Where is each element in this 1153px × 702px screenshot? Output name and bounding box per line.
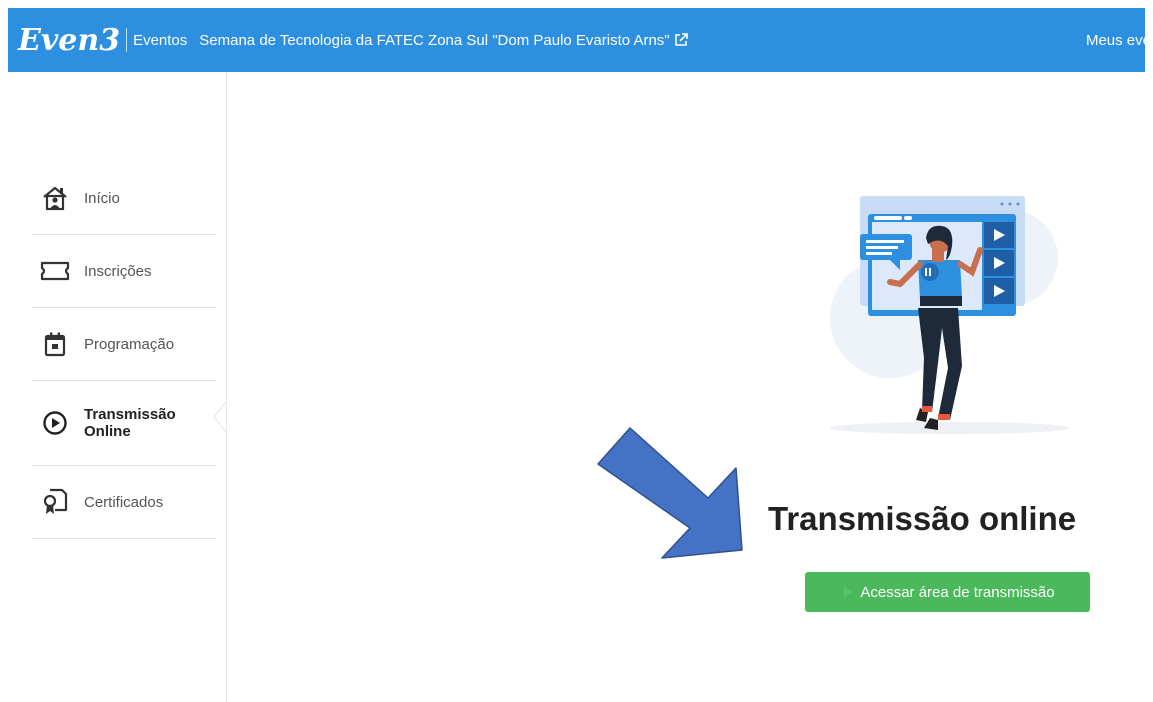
sidebar-item-label: Programação (84, 335, 175, 353)
play-icon (844, 587, 853, 597)
arrow-pointer-icon (597, 427, 743, 559)
sidebar-item-transmissao-online[interactable]: Transmissão Online (32, 381, 216, 466)
sidebar-item-label: Certificados (84, 493, 164, 511)
streaming-illustration (830, 196, 1070, 434)
active-item-indicator (214, 402, 227, 432)
nav-eventos-link[interactable]: Eventos (133, 32, 187, 49)
home-icon (40, 183, 70, 213)
sidebar-item-label: Inscrições (84, 262, 152, 280)
play-circle-icon (40, 408, 70, 438)
certificate-icon (40, 487, 70, 517)
sidebar-item-programacao[interactable]: Programação (32, 308, 216, 381)
sidebar-item-label: Início (84, 189, 120, 207)
sidebar-item-inicio[interactable]: Início (32, 162, 216, 235)
label-line-2: Online (84, 423, 131, 440)
label-line-1: Transmissão (84, 406, 176, 423)
access-stream-button[interactable]: Acessar área de transmissão (805, 572, 1090, 612)
header-bar: Even3 Eventos Semana de Tecnologia da FA… (8, 8, 1145, 72)
sidebar-menu: Início Inscrições Programação Transmissã… (32, 162, 216, 539)
button-label: Acessar área de transmissão (860, 583, 1055, 601)
header-divider (126, 28, 128, 52)
sidebar-item-label: Transmissão Online (84, 406, 176, 440)
external-link-icon (674, 33, 688, 46)
calendar-icon (40, 329, 70, 359)
my-events-link[interactable]: Meus eve (1086, 32, 1145, 49)
sidebar-item-certificados[interactable]: Certificados (32, 466, 216, 539)
sidebar: Início Inscrições Programação Transmissã… (8, 72, 227, 702)
page-title: Transmissão online (768, 500, 1077, 537)
event-title-text: Semana de Tecnologia da FATEC Zona Sul "… (199, 31, 670, 49)
ticket-icon (40, 256, 70, 286)
even3-logo[interactable]: Even3 (18, 23, 120, 58)
sidebar-item-inscricoes[interactable]: Inscrições (32, 235, 216, 308)
event-title-link[interactable]: Semana de Tecnologia da FATEC Zona Sul "… (199, 31, 688, 49)
